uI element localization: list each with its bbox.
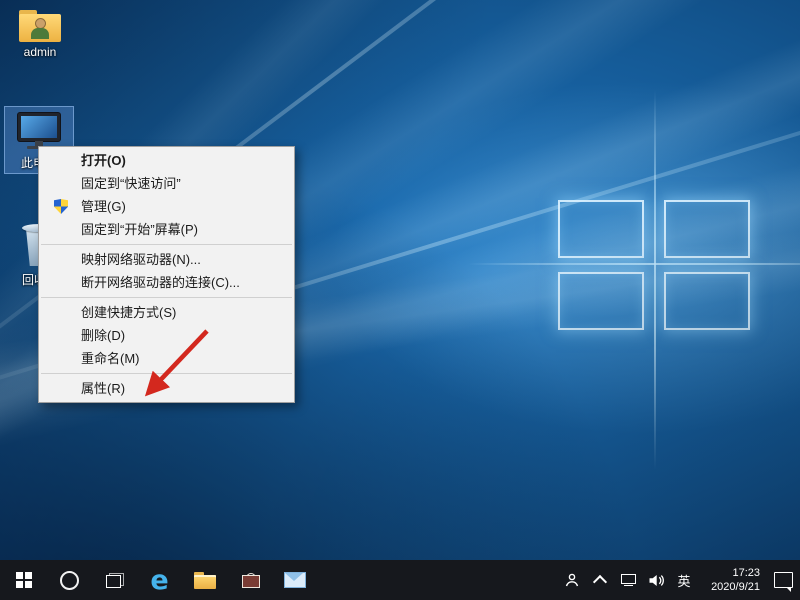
start-button[interactable] [0,560,47,600]
menu-item-rename[interactable]: 重命名(M) [39,347,294,370]
ime-indicator[interactable]: 英 [670,560,698,600]
people-button[interactable] [558,560,586,600]
mail-envelope-icon [284,572,306,588]
menu-item-label: 管理(G) [81,199,126,214]
menu-item-manage[interactable]: 管理(G) [39,195,294,218]
task-view-icon [106,573,124,588]
search-circle-icon [60,571,79,590]
action-center-icon [774,572,793,588]
menu-item-map-network-drive[interactable]: 映射网络驱动器(N)... [39,248,294,271]
desktop-surface[interactable]: admin 此电脑 回收站 打开(O) 固定到“快速访问” 管理(G) 固定到“… [0,0,800,560]
microsoft-store-button[interactable] [227,560,272,600]
system-tray: 英 17:23 2020/9/21 [558,560,800,600]
mail-button[interactable] [272,560,317,600]
store-bag-icon [242,573,258,588]
user-folder-icon [19,10,61,42]
menu-item-label: 固定到“开始”屏幕(P) [81,222,198,237]
menu-item-disconnect-network-drive[interactable]: 断开网络驱动器的连接(C)... [39,271,294,294]
clock-date: 2020/9/21 [711,580,760,594]
menu-item-label: 删除(D) [81,328,125,343]
edge-browser-button[interactable]: e [137,560,182,600]
file-explorer-button[interactable] [182,560,227,600]
ime-label: 英 [677,571,690,590]
menu-item-label: 创建快捷方式(S) [81,305,176,320]
menu-item-pin-to-start[interactable]: 固定到“开始”屏幕(P) [39,218,294,241]
speaker-icon [648,573,665,588]
menu-item-label: 映射网络驱动器(N)... [81,252,201,267]
people-icon [564,572,580,588]
windows-logo-icon [16,572,32,588]
taskbar: e [0,560,800,600]
menu-item-delete[interactable]: 删除(D) [39,324,294,347]
task-view-button[interactable] [92,560,137,600]
menu-separator [41,244,292,245]
menu-item-label: 断开网络驱动器的连接(C)... [81,275,240,290]
menu-item-open[interactable]: 打开(O) [39,149,294,172]
edge-icon: e [150,567,168,594]
action-center-button[interactable] [766,560,800,600]
desktop-icon-admin[interactable]: admin [6,6,74,61]
menu-item-create-shortcut[interactable]: 创建快捷方式(S) [39,301,294,324]
menu-separator [41,297,292,298]
menu-item-pin-quick-access[interactable]: 固定到“快速访问” [39,172,294,195]
uac-shield-icon [54,199,68,214]
icon-label: admin [6,45,74,59]
computer-icon [16,111,62,151]
menu-item-label: 打开(O) [81,153,126,168]
clock[interactable]: 17:23 2020/9/21 [698,560,766,600]
context-menu: 打开(O) 固定到“快速访问” 管理(G) 固定到“开始”屏幕(P) 映射网络驱… [38,146,295,403]
menu-item-label: 重命名(M) [81,351,140,366]
folder-icon [194,572,216,589]
chevron-up-icon [593,575,607,589]
clock-time: 17:23 [732,566,760,580]
network-icon [621,574,636,586]
menu-item-label: 属性(R) [81,381,125,396]
volume-button[interactable] [642,560,670,600]
menu-item-properties[interactable]: 属性(R) [39,377,294,400]
cortana-search-button[interactable] [47,560,92,600]
menu-item-label: 固定到“快速访问” [81,176,181,191]
show-hidden-icons-button[interactable] [586,560,614,600]
network-status-button[interactable] [614,560,642,600]
menu-separator [41,373,292,374]
